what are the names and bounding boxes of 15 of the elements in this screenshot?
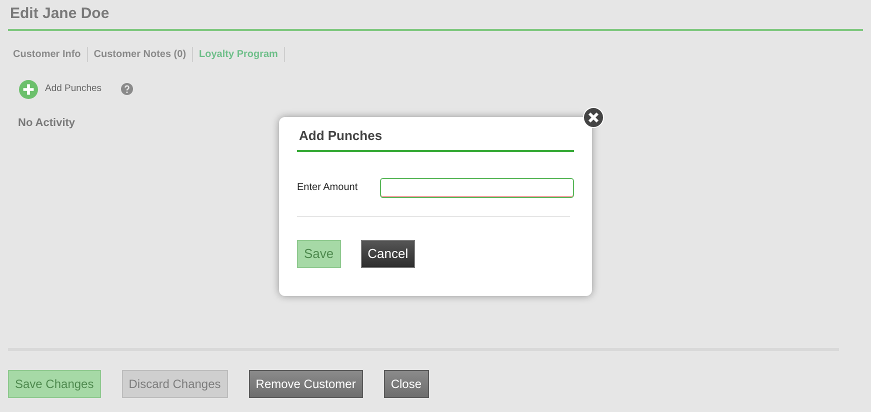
add-icon[interactable] bbox=[19, 80, 38, 98]
field-label: Enter Amount bbox=[297, 181, 359, 195]
footer-button[interactable]: Remove Customer bbox=[248, 370, 363, 398]
add-punches-link[interactable]: Add Punches bbox=[45, 82, 102, 96]
tab[interactable]: Customer Info bbox=[13, 46, 88, 62]
footer-button[interactable]: Close bbox=[384, 370, 428, 398]
dialog-title: Add Punches bbox=[299, 127, 384, 145]
amount-field[interactable] bbox=[380, 178, 574, 198]
tab[interactable]: Loyalty Program bbox=[193, 46, 285, 62]
close-icon[interactable] bbox=[583, 107, 604, 128]
tab[interactable]: Customer Notes (0) bbox=[88, 46, 194, 62]
empty-message: No Activity bbox=[18, 116, 76, 130]
page-title: Edit Jane Doe bbox=[9, 4, 110, 24]
help-icon[interactable] bbox=[120, 83, 133, 95]
dialog-button[interactable]: Cancel bbox=[360, 240, 416, 268]
